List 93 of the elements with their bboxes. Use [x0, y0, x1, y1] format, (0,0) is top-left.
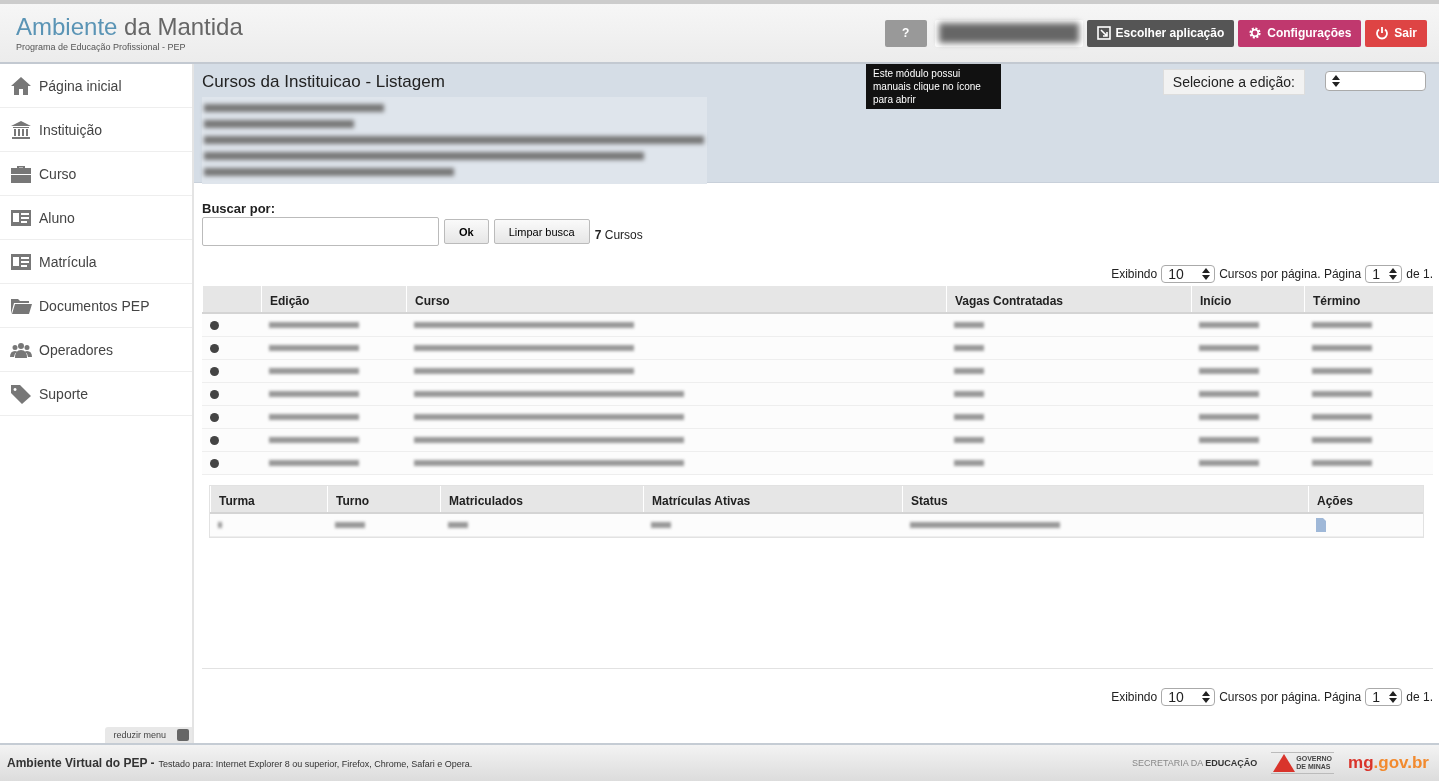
sidebar-item[interactable]: Instituição	[0, 108, 192, 152]
updown-icon	[1332, 75, 1340, 87]
pager-text: Cursos por página. Página	[1219, 690, 1362, 704]
blurred-text	[218, 522, 222, 528]
page-select[interactable]: 1	[1365, 688, 1403, 706]
blurred-text	[1312, 322, 1372, 328]
footer-title: Ambiente Virtual do PEP -	[7, 756, 155, 770]
page-select[interactable]: 1	[1365, 265, 1403, 283]
per-page-select[interactable]: 10	[1161, 688, 1216, 706]
pager-text: Cursos por página. Página	[1219, 267, 1362, 281]
collapse-menu-button[interactable]: reduzir menu	[105, 727, 192, 743]
document-icon[interactable]	[1316, 518, 1326, 532]
blurred-text	[954, 368, 984, 374]
search-label: Buscar por:	[202, 201, 276, 216]
updown-icon	[1202, 268, 1211, 280]
column-header: Turma	[210, 486, 327, 512]
footer-note: Testado para: Internet Explorer 8 ou superior, Firefox, Chrome, Safari e Opera.	[158, 759, 473, 769]
per-page-select[interactable]: 10	[1161, 265, 1216, 283]
blurred-text	[335, 522, 365, 528]
blurred-text	[1312, 460, 1372, 466]
edition-select[interactable]	[1325, 71, 1426, 91]
sidebar-item[interactable]: Matrícula	[0, 240, 192, 284]
blurred-text	[651, 522, 671, 528]
blurred-text	[1199, 437, 1259, 443]
blurred-text	[954, 322, 984, 328]
updown-icon	[1389, 268, 1398, 280]
header-button[interactable]: Configurações	[1238, 19, 1362, 47]
blurred-text	[1312, 391, 1372, 397]
sidebar-item[interactable]: Operadores	[0, 328, 192, 372]
blurred-text	[954, 414, 984, 420]
blurred-text	[1312, 345, 1372, 351]
sidebar-item[interactable]: Curso	[0, 152, 192, 196]
blurred-text	[1199, 345, 1259, 351]
blurred-text	[1312, 437, 1372, 443]
column-header: Ações	[1308, 486, 1423, 512]
search-field[interactable]	[202, 217, 439, 246]
bullet-icon	[210, 458, 219, 468]
power-icon	[1375, 26, 1390, 40]
column-header: Matrículas Ativas	[643, 486, 902, 512]
pager-text: de 1.	[1406, 690, 1433, 704]
bullet-icon	[210, 366, 219, 376]
blurred-text	[1312, 368, 1372, 374]
header-button[interactable]: Escolher aplicação	[1086, 19, 1235, 47]
blurred-text	[1199, 322, 1259, 328]
bullet-icon	[210, 320, 219, 330]
ok-button[interactable]: Ok	[444, 219, 489, 244]
pager-text: Exibindo	[1111, 690, 1158, 704]
blurred-text	[1199, 414, 1259, 420]
help-tooltip: Este módulo possui manuais clique no ícone para abrir	[866, 64, 1001, 109]
header-button[interactable]: Sair	[1365, 19, 1427, 47]
blurred-text	[1312, 414, 1372, 420]
column-header: Vagas Contratadas	[946, 286, 1191, 312]
sidebar-item[interactable]: Página inicial	[0, 64, 192, 108]
pager-text: de 1.	[1406, 267, 1433, 281]
updown-icon	[1202, 691, 1211, 703]
edition-label: Selecione a edição:	[1162, 69, 1305, 95]
settings-icon	[1248, 26, 1263, 40]
blurred-text	[1199, 368, 1259, 374]
clear-search-button[interactable]: Limpar busca	[493, 219, 590, 244]
column-header: Matriculados	[440, 486, 643, 512]
bullet-icon	[210, 435, 219, 445]
tag-icon	[9, 382, 33, 405]
blurred-text	[954, 437, 984, 443]
blurred-text	[954, 345, 984, 351]
blurred-text	[1199, 460, 1259, 466]
column-header: Edição	[261, 286, 406, 312]
column-header: Turno	[327, 486, 440, 512]
app-subtitle: Programa de Educação Profissional - PEP	[16, 42, 187, 52]
switch-icon	[1096, 26, 1111, 40]
column-header: Curso	[406, 286, 946, 312]
blurred-text	[954, 391, 984, 397]
triangle-icon	[1273, 754, 1296, 772]
sidebar-item[interactable]: Documentos PEP	[0, 284, 192, 328]
bullet-icon	[210, 343, 219, 353]
column-header: Início	[1191, 286, 1304, 312]
app-title: Ambiente da Mantida	[16, 14, 243, 40]
sidebar-item[interactable]: Suporte	[0, 372, 192, 416]
column-header: Status	[902, 486, 1308, 512]
bullet-icon	[210, 389, 219, 399]
page-title: Cursos da Instituicao - Listagem	[202, 72, 446, 92]
blurred-text	[954, 460, 984, 466]
blurred-text	[448, 522, 468, 528]
result-count: 7 Cursos	[594, 227, 643, 242]
bullet-icon	[210, 412, 219, 422]
house-icon	[9, 74, 33, 97]
sidebar-item[interactable]: Aluno	[0, 196, 192, 240]
column-header: Término	[1304, 286, 1433, 312]
bank-icon	[9, 118, 33, 141]
updown-icon	[1389, 691, 1398, 703]
blurred-text	[1199, 391, 1259, 397]
pager-text: Exibindo	[1111, 267, 1158, 281]
secretaria-label: SECRETARIA DA EDUCAÇÃO	[1131, 758, 1258, 768]
site-logo: mg.gov.br	[1348, 753, 1429, 773]
